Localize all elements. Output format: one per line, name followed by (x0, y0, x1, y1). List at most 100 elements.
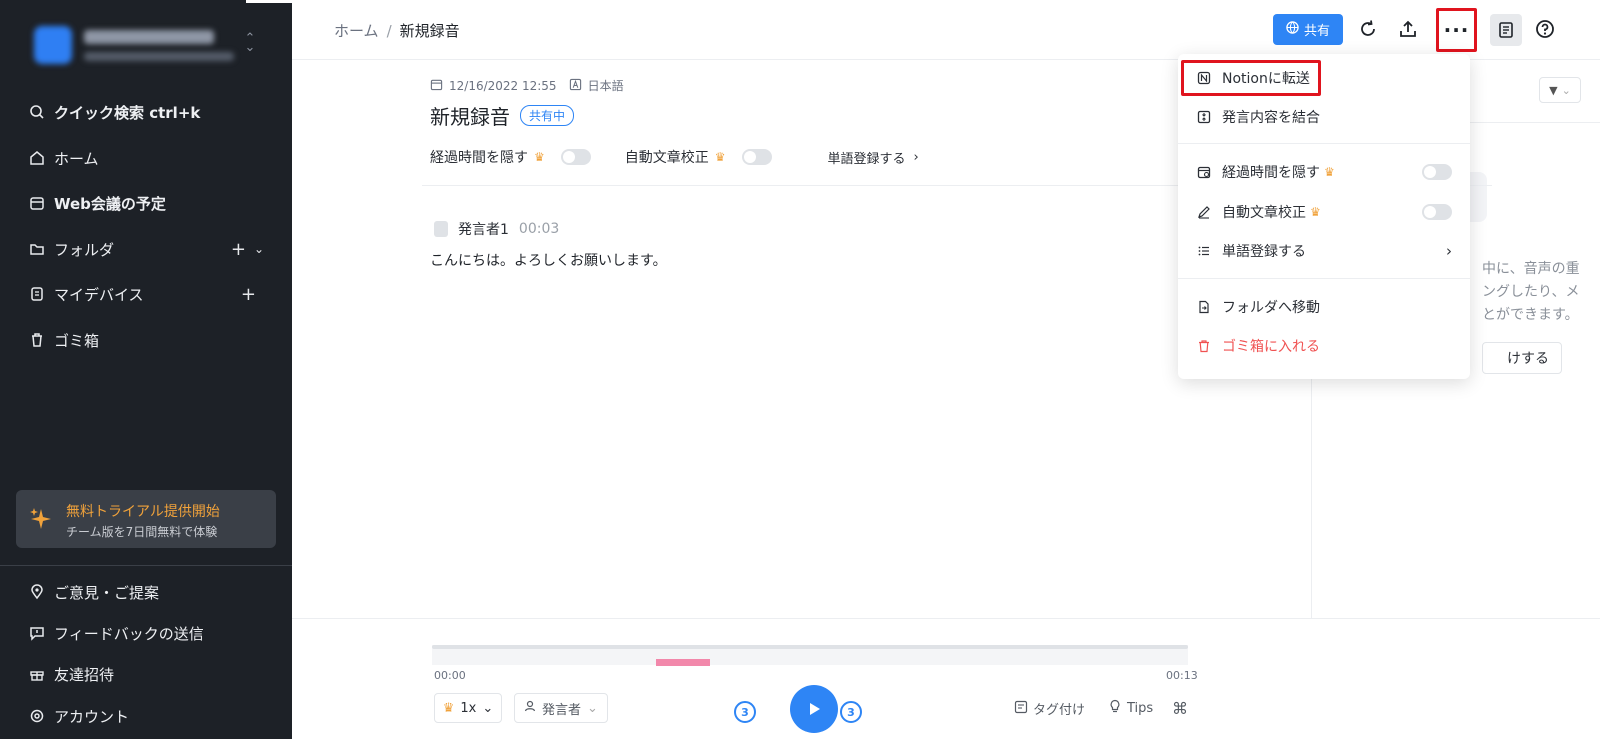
menu-divider (1178, 278, 1470, 279)
trash-icon (1196, 338, 1212, 354)
time-end: 00:13 (1166, 669, 1198, 682)
more-options-button[interactable]: ··· (1436, 8, 1477, 52)
tag-button[interactable]: タグ付け (1014, 699, 1085, 718)
sidebar: ⌃ ⌄ クイック検索 ctrl+k ホーム Web会議の予定 フォルダ + ⌄ マ… (0, 0, 292, 739)
skip-forward-icon[interactable]: 3 (840, 701, 862, 723)
sidebar-item-my-device[interactable]: マイデバイス + (28, 281, 264, 307)
breadcrumb-home[interactable]: ホーム (334, 22, 379, 40)
sidebar-item-label: ゴミ箱 (54, 331, 100, 350)
chevron-down-icon: ⌄ (1561, 83, 1571, 97)
menu-item-move-to-folder[interactable]: フォルダへ移動 (1196, 295, 1452, 319)
sidebar-item-trash[interactable]: ゴミ箱 (28, 327, 264, 353)
settings-icon (28, 707, 46, 725)
empty-state-line: ングしたり、メ (1482, 284, 1580, 300)
menu-divider (1178, 143, 1470, 144)
sidebar-item-folder[interactable]: フォルダ + ⌄ (28, 236, 264, 262)
sidebar-item-meetings[interactable]: Web会議の予定 (28, 190, 264, 216)
chevron-down-icon: ⌄ (482, 700, 494, 716)
speed-value: 1x (460, 700, 477, 716)
more-options-menu: Notionに転送 発言内容を結合 経過時間を隠す ♛ 自動文章校正 ♛ 単語登… (1178, 54, 1470, 379)
globe-icon (1286, 21, 1299, 38)
speaker-name[interactable]: 発言者1 (458, 219, 509, 239)
speaker-filter-label: 発言者 (542, 702, 582, 718)
gift-icon (28, 665, 46, 683)
playback-speed-select[interactable]: ♛ 1x ⌄ (434, 693, 502, 723)
sidebar-item-suggestions[interactable]: ご意見・ご提案 (28, 579, 264, 605)
speaker-row[interactable]: 発言者1 00:03 (434, 219, 559, 239)
auto-proof-toggle[interactable] (741, 149, 772, 165)
speaker-timestamp[interactable]: 00:03 (519, 221, 559, 237)
chevron-down-icon[interactable]: ⌄ (254, 242, 264, 256)
document-title[interactable]: 新規録音 (430, 101, 510, 130)
tips-button[interactable]: Tips (1108, 699, 1153, 717)
shared-status-badge: 共有中 (520, 105, 575, 126)
notes-panel-button[interactable] (1490, 14, 1522, 46)
trial-banner[interactable]: 無料トライアル提供開始 チーム版を7日間無料で体験 (16, 490, 276, 548)
play-button[interactable] (790, 685, 838, 733)
filter-button[interactable]: ▼ ⌄ (1539, 77, 1581, 103)
add-device-plus-icon[interactable]: + (241, 284, 256, 305)
list-icon (1196, 243, 1212, 259)
home-icon (28, 149, 46, 167)
empty-state-line: 中に、音声の重 (1482, 261, 1580, 277)
filter-icon: ▼ (1549, 83, 1558, 97)
menu-item-label: 経過時間を隠す (1222, 165, 1320, 181)
sidebar-item-label: ホーム (54, 149, 99, 168)
workspace-switcher[interactable]: ⌃ ⌄ (30, 22, 270, 70)
menu-item-send-to-notion[interactable]: Notionに転送 (1196, 66, 1452, 90)
calendar-clock-icon (430, 78, 443, 94)
sidebar-item-invite[interactable]: 友達招待 (28, 661, 264, 687)
hide-elapsed-label: 経過時間を隠す (430, 150, 528, 166)
right-panel-action-button[interactable]: けする (1482, 342, 1562, 374)
sidebar-item-account[interactable]: アカウント (28, 703, 264, 729)
tag-label: タグ付け (1033, 703, 1086, 718)
progress-bar[interactable] (432, 645, 1188, 649)
device-icon (28, 285, 46, 303)
hide-elapsed-toggle[interactable] (560, 149, 591, 165)
tips-label: Tips (1127, 700, 1154, 716)
menu-item-auto-proof[interactable]: 自動文章校正 ♛ (1196, 200, 1452, 224)
lightbulb-icon (1108, 699, 1122, 717)
word-register-link[interactable]: 単語登録する (828, 148, 906, 167)
shortcut-command-icon[interactable]: ⌘ (1172, 699, 1188, 718)
add-folder-plus-icon[interactable]: + (231, 239, 246, 260)
document-language[interactable]: 日本語 (588, 77, 624, 94)
share-button[interactable]: 共有 (1273, 14, 1343, 45)
location-pin-icon (28, 583, 46, 601)
auto-proof-menu-toggle[interactable] (1422, 204, 1452, 220)
menu-item-merge-speech[interactable]: 発言内容を結合 (1196, 105, 1452, 129)
sidebar-item-home[interactable]: ホーム (28, 145, 264, 171)
menu-item-hide-elapsed[interactable]: 経過時間を隠す ♛ (1196, 160, 1452, 184)
breadcrumb-current: 新規録音 (399, 22, 460, 40)
sidebar-item-label: ご意見・ご提案 (54, 583, 160, 602)
menu-item-label: 単語登録する (1222, 244, 1306, 260)
speaker-filter-select[interactable]: 発言者 ⌄ (514, 693, 608, 723)
window-corner (246, 0, 292, 3)
empty-state-text: 中に、音声の重 ングしたり、メ とができます。 (1482, 258, 1597, 327)
speech-segment-marker[interactable] (656, 659, 710, 666)
help-icon[interactable] (1532, 16, 1558, 42)
document-options: 経過時間を隠す ♛ 自動文章校正 ♛ 単語登録する › (430, 147, 919, 167)
sidebar-item-quick-search[interactable]: クイック検索 ctrl+k (28, 99, 264, 125)
calendar-clock-icon (1196, 164, 1212, 180)
sidebar-divider (0, 565, 292, 566)
feedback-icon (28, 624, 46, 642)
breadcrumb: ホーム / 新規録音 (334, 20, 460, 41)
transcript-text[interactable]: こんにちは。よろしくお願いします。 (430, 250, 667, 270)
language-icon (569, 78, 582, 94)
menu-item-move-to-trash[interactable]: ゴミ箱に入れる (1196, 334, 1452, 358)
menu-item-label: Notionに転送 (1222, 71, 1310, 87)
merge-icon (1196, 109, 1212, 125)
auto-proof-label: 自動文章校正 (624, 150, 709, 166)
export-icon[interactable] (1395, 16, 1421, 42)
notion-icon (1196, 70, 1212, 86)
skip-back-icon[interactable]: 3 (734, 701, 756, 723)
hide-elapsed-menu-toggle[interactable] (1422, 164, 1452, 180)
menu-item-word-register[interactable]: 単語登録する › (1196, 239, 1452, 263)
empty-state-line: とができます。 (1482, 307, 1579, 323)
audio-player: 00:00 00:13 ♛ 1x ⌄ 発言者 ⌄ 3 3 タグ付け Tips ⌘ (292, 618, 1600, 739)
sync-icon[interactable] (1355, 16, 1381, 42)
chevron-right-icon: › (913, 149, 919, 165)
premium-crown-icon: ♛ (714, 150, 726, 164)
sidebar-item-feedback[interactable]: フィードバックの送信 (28, 620, 264, 646)
